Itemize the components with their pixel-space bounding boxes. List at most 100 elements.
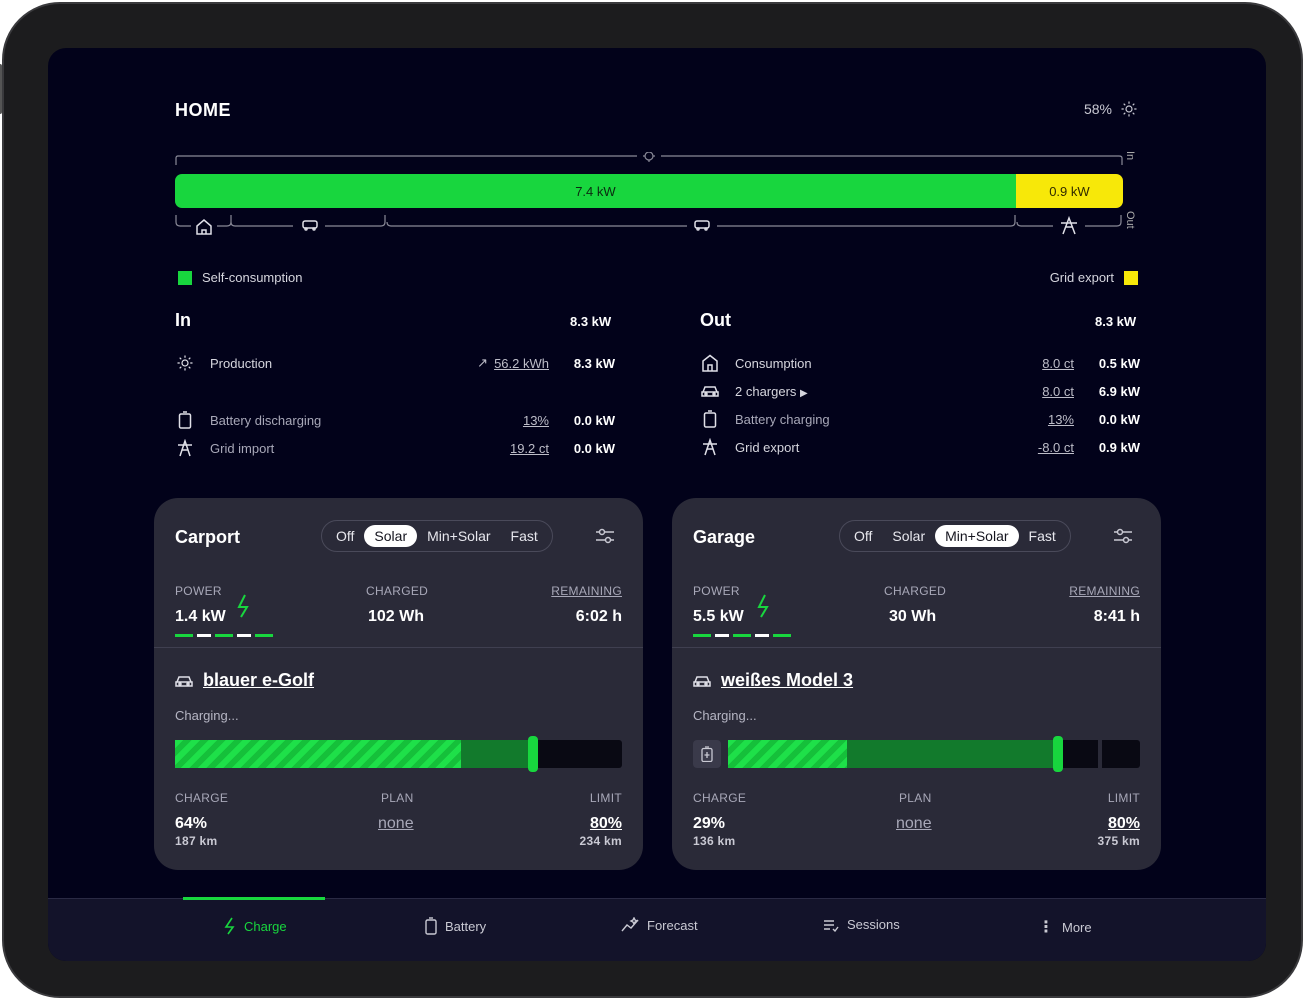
vehicle-soc-bar[interactable] — [728, 736, 1140, 772]
mode-off-button[interactable]: Off — [326, 525, 364, 547]
out-row-grid-export: Grid export -8.0 ct 0.9 kW — [700, 437, 1140, 457]
battery-icon — [700, 409, 720, 429]
charged-value: 30 Wh — [889, 608, 937, 625]
out-bracket — [175, 215, 1122, 235]
limit-range: 234 km — [579, 834, 622, 848]
settings-sliders-icon[interactable] — [1113, 527, 1133, 545]
mode-solar-button[interactable]: Solar — [364, 525, 418, 547]
power-label: POWER — [175, 584, 222, 598]
nav-battery-tab[interactable]: Battery — [425, 917, 486, 935]
mode-solar-button[interactable]: Solar — [882, 525, 935, 547]
in-title: In — [175, 310, 191, 330]
production-energy-link[interactable]: 56.2 kWh — [494, 356, 549, 371]
mode-minsolar-button[interactable]: Min+Solar — [417, 525, 500, 547]
remaining-label[interactable]: REMAINING — [551, 584, 622, 598]
nav-label: Sessions — [847, 917, 900, 932]
in-row-label: Battery discharging — [210, 412, 322, 428]
out-row-value: 0.9 kW — [1098, 439, 1140, 455]
remaining-label[interactable]: REMAINING — [1069, 584, 1140, 598]
in-bracket — [175, 152, 1123, 165]
in-row-value: 8.3 kW — [573, 355, 615, 371]
battery-soc-link[interactable]: 13% — [1048, 412, 1074, 427]
mode-minsolar-button[interactable]: Min+Solar — [935, 525, 1019, 547]
settings-sliders-icon[interactable] — [595, 527, 615, 545]
more-icon: ⋮ — [1038, 919, 1054, 936]
bolt-icon — [757, 594, 769, 618]
chargers-price-link[interactable]: 8.0 ct — [1042, 384, 1074, 399]
limit-slider-handle[interactable] — [527, 736, 538, 772]
home-icon — [700, 353, 720, 373]
car-icon — [175, 675, 193, 687]
limit-value[interactable]: 80% — [1108, 815, 1140, 833]
charging-status: Charging... — [175, 708, 239, 723]
vehicle-name[interactable]: weißes Model 3 — [721, 670, 853, 691]
battery-soc-link[interactable]: 13% — [523, 413, 549, 428]
in-row-value: 0.0 kW — [573, 412, 615, 428]
soc-fill — [728, 740, 848, 768]
nav-more-tab[interactable]: ⋮ More — [1038, 917, 1092, 937]
in-row-grid-import: Grid import 19.2 ct 0.0 kW — [175, 438, 615, 458]
chargers-label: 2 chargers — [735, 383, 797, 399]
power-tower-icon — [175, 438, 195, 458]
out-row-label: Battery charging — [735, 411, 830, 427]
power-value: 5.5 kW — [693, 608, 744, 625]
nav-charge-tab[interactable]: Charge — [224, 917, 287, 935]
remaining-value: 6:02 h — [575, 608, 622, 625]
soc-fill — [175, 740, 462, 768]
limit-label: LIMIT — [589, 791, 622, 805]
battery-boost-button[interactable] — [693, 740, 721, 768]
trend-icon: ↗ — [477, 355, 489, 370]
charged-value: 102 Wh — [368, 608, 425, 625]
feedin-price-link[interactable]: -8.0 ct — [1038, 440, 1074, 455]
loadpoint-card-carport: Carport Off Solar Min+Solar Fast POWER 1… — [154, 498, 643, 870]
vehicle-title[interactable]: weißes Model 3 — [693, 670, 853, 691]
out-total: 8.3 kW — [1095, 314, 1137, 329]
in-rows: Production ↗ 56.2 kWh 8.3 kW Battery dis… — [175, 353, 615, 458]
loadpoint-title: Garage — [693, 527, 756, 547]
nav-label: Charge — [244, 918, 287, 934]
vehicle-name[interactable]: blauer e-Golf — [203, 670, 314, 691]
limit-value[interactable]: 80% — [590, 815, 622, 833]
battery-icon — [701, 746, 713, 762]
grid-price-link[interactable]: 19.2 ct — [510, 441, 549, 456]
vehicle-title[interactable]: blauer e-Golf — [175, 670, 314, 691]
consumption-price-link[interactable]: 8.0 ct — [1042, 356, 1074, 371]
in-row-production: Production ↗ 56.2 kWh 8.3 kW — [175, 353, 615, 373]
mode-fast-button[interactable]: Fast — [1019, 525, 1066, 547]
plan-link[interactable]: none — [896, 815, 932, 833]
nav-label: More — [1062, 919, 1092, 935]
out-row-chargers[interactable]: 2 chargers ▶ 8.0 ct 6.9 kW — [700, 381, 1140, 401]
nav-forecast-tab[interactable]: Forecast — [621, 917, 698, 933]
mode-selector: Off Solar Min+Solar Fast — [321, 520, 553, 552]
limit-range: 375 km — [1097, 834, 1140, 848]
out-row-label: Consumption — [735, 355, 812, 371]
nav-sessions-tab[interactable]: Sessions — [823, 917, 900, 932]
loadpoint-title: Carport — [175, 527, 241, 547]
car-icon — [693, 675, 711, 687]
charge-value: 29% — [693, 815, 726, 832]
nav-label: Battery — [445, 918, 487, 934]
battery-icon — [425, 917, 437, 935]
mode-off-button[interactable]: Off — [844, 525, 882, 547]
legend-swatch-green — [178, 270, 192, 285]
in-row-label: Production — [210, 355, 273, 371]
plan-link[interactable]: none — [378, 815, 414, 833]
power-value: 1.4 kW — [175, 608, 226, 625]
plan-label: PLAN — [899, 791, 932, 805]
solar-percentage: 58% — [1084, 100, 1138, 118]
mode-fast-button[interactable]: Fast — [501, 525, 548, 547]
limit-slider-handle[interactable] — [1052, 736, 1063, 772]
vehicle-soc-bar[interactable] — [175, 736, 622, 772]
loadpoint-card-garage: Garage Off Solar Min+Solar Fast POWER 5.… — [672, 498, 1161, 870]
power-tower-icon — [700, 437, 720, 457]
out-title: Out — [700, 310, 731, 330]
in-row-battery: Battery discharging 13% 0.0 kW — [175, 410, 615, 430]
nav-label: Forecast — [647, 917, 698, 933]
out-rows: Consumption 8.0 ct 0.5 kW 2 chargers ▶ 8… — [700, 353, 1140, 457]
power-phases-indicator — [175, 634, 273, 637]
grid-export-segment: 0.9 kW — [1015, 174, 1123, 208]
plan-label: PLAN — [381, 791, 414, 805]
charge-range: 187 km — [175, 834, 218, 848]
remaining-value: 8:41 h — [1093, 608, 1140, 625]
out-row-battery: Battery charging 13% 0.0 kW — [700, 409, 1140, 429]
